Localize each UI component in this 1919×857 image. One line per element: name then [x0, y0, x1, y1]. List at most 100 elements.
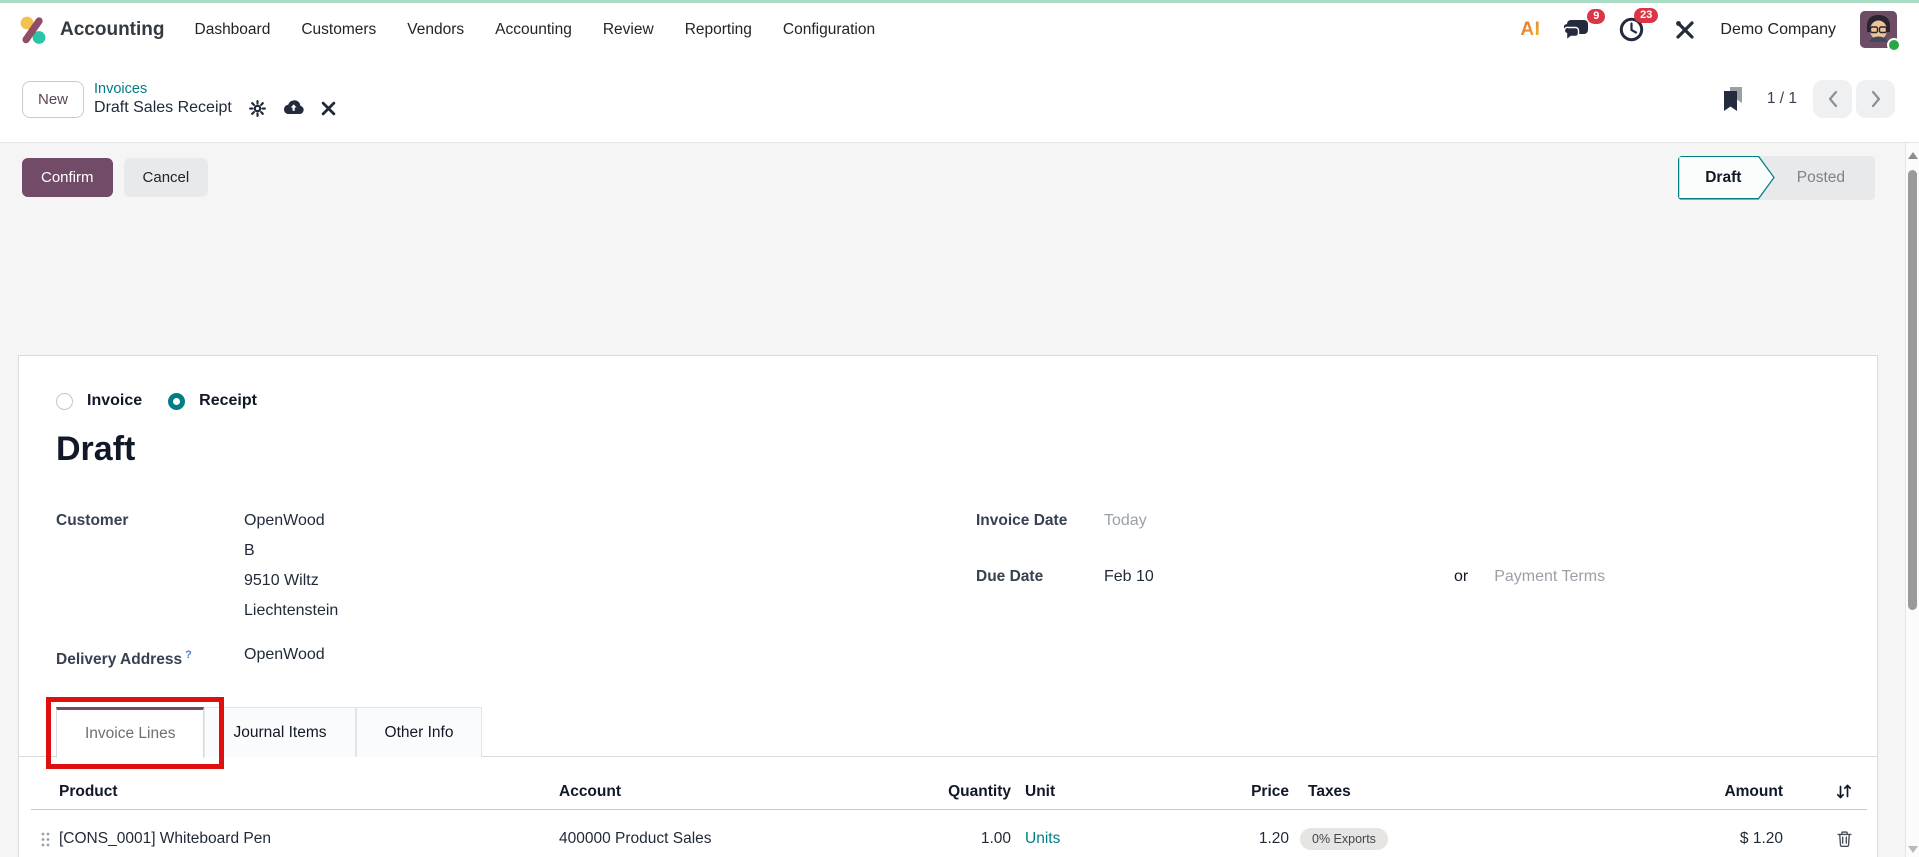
- address-line[interactable]: 9510 Wiltz: [244, 566, 338, 596]
- breadcrumb: Invoices Draft Sales Receipt: [94, 81, 336, 117]
- tools-button[interactable]: [1674, 19, 1696, 41]
- menu-vendors[interactable]: Vendors: [407, 21, 464, 39]
- control-panel: New Invoices Draft Sales Receipt 1 / 1: [0, 56, 1919, 143]
- breadcrumb-invoices-link[interactable]: Invoices: [94, 81, 336, 97]
- state-draft[interactable]: Draft: [1678, 156, 1775, 200]
- user-avatar[interactable]: [1860, 11, 1901, 52]
- scroll-down-arrow[interactable]: [1908, 846, 1918, 853]
- cloud-upload-icon[interactable]: [283, 99, 304, 117]
- receipt-radio[interactable]: [168, 392, 186, 410]
- payment-terms-input[interactable]: Payment Terms: [1494, 562, 1605, 592]
- cell-price[interactable]: 1.20: [1225, 830, 1289, 848]
- crossed-tools-icon: [1674, 19, 1696, 41]
- header-unit: Unit: [1025, 782, 1056, 800]
- table-row: [CONS_0001] Whiteboard Pen 400000 Produc…: [31, 810, 1867, 857]
- tab-other-info[interactable]: Other Info: [355, 707, 483, 757]
- form-sheet: Invoice Receipt Draft Customer OpenWood …: [18, 355, 1878, 857]
- header-taxes: Taxes: [1308, 782, 1351, 800]
- app-title: Accounting: [60, 18, 165, 40]
- invoice-lines-table: Product Account Quantity Unit Price Taxe…: [31, 774, 1867, 857]
- trash-icon: [1837, 831, 1852, 847]
- main-menu: Dashboard Customers Vendors Accounting R…: [195, 21, 876, 39]
- delete-row-button[interactable]: [1783, 830, 1867, 848]
- menu-reporting[interactable]: Reporting: [685, 21, 752, 39]
- statusbar-states: Draft Posted: [1677, 155, 1875, 200]
- document-title: Draft: [56, 430, 136, 468]
- messages-button[interactable]: 9: [1564, 8, 1606, 42]
- pager-count: 1 / 1: [1766, 90, 1797, 107]
- due-date-row: Due Date Feb 10 or Payment Terms: [976, 562, 1605, 592]
- tab-invoice-lines[interactable]: Invoice Lines: [56, 707, 205, 758]
- tax-badge[interactable]: 0% Exports: [1300, 828, 1388, 850]
- chevron-left-icon: [1828, 90, 1837, 108]
- table-header-row: Product Account Quantity Unit Price Taxe…: [31, 774, 1867, 810]
- ai-icon: AI: [1520, 18, 1541, 40]
- header-product: Product: [59, 782, 118, 800]
- customer-field-row: Customer OpenWood: [56, 506, 338, 536]
- company-menu[interactable]: Demo Company: [1720, 21, 1836, 39]
- customer-label: Customer: [56, 512, 129, 529]
- online-status-dot: [1887, 38, 1901, 52]
- customer-address: B 9510 Wiltz Liechtenstein: [244, 536, 338, 626]
- adjust-columns-icon[interactable]: [1783, 783, 1867, 800]
- cell-product[interactable]: [CONS_0001] Whiteboard Pen: [59, 830, 559, 848]
- cell-account[interactable]: 400000 Product Sales: [559, 830, 937, 848]
- menu-review[interactable]: Review: [603, 21, 654, 39]
- pager-previous-button[interactable]: [1813, 80, 1852, 118]
- drag-handle-icon[interactable]: [31, 832, 59, 847]
- invoice-radio[interactable]: [56, 392, 73, 410]
- invoice-date-row: Invoice Date Today: [976, 506, 1605, 536]
- header-account: Account: [559, 782, 621, 800]
- scrollbar-thumb[interactable]: [1908, 170, 1917, 610]
- invoice-date-label: Invoice Date: [976, 512, 1068, 529]
- header-amount: Amount: [1724, 782, 1783, 800]
- chevron-right-icon: [1871, 90, 1880, 108]
- confirm-button[interactable]: Confirm: [22, 158, 113, 197]
- move-type-selector: Invoice Receipt: [56, 392, 269, 410]
- header-price: Price: [1251, 782, 1289, 800]
- app-switcher[interactable]: Accounting: [16, 13, 165, 47]
- due-date-label: Due Date: [976, 568, 1044, 585]
- cell-amount: $ 1.20: [1739, 830, 1783, 847]
- address-line[interactable]: Liechtenstein: [244, 596, 338, 626]
- delivery-address-value[interactable]: OpenWood: [244, 640, 325, 675]
- breadcrumb-current-title: Draft Sales Receipt: [94, 99, 232, 116]
- bookmark-icon[interactable]: [1722, 86, 1745, 112]
- form-status-row: Confirm Cancel Draft Posted: [0, 143, 1919, 212]
- vertical-scrollbar[interactable]: [1905, 143, 1919, 857]
- delivery-address-label: Delivery Address?: [56, 649, 192, 669]
- chat-bubbles-icon: [1564, 18, 1591, 42]
- invoice-date-input[interactable]: Today: [1104, 506, 1147, 536]
- or-separator: or: [1454, 568, 1469, 585]
- header-quantity: Quantity: [948, 782, 1011, 800]
- scroll-up-arrow[interactable]: [1908, 152, 1918, 159]
- window-top-strip: [0, 0, 1919, 3]
- due-date-input[interactable]: Feb 10: [1104, 562, 1454, 592]
- gear-icon[interactable]: [248, 99, 266, 117]
- messages-badge: 9: [1587, 8, 1606, 24]
- menu-configuration[interactable]: Configuration: [783, 21, 875, 39]
- menu-accounting[interactable]: Accounting: [495, 21, 572, 39]
- invoice-radio-label[interactable]: Invoice: [87, 392, 142, 410]
- ai-button[interactable]: AI: [1520, 19, 1540, 41]
- discard-x-icon[interactable]: [321, 101, 336, 116]
- cell-quantity[interactable]: 1.00: [937, 830, 1011, 848]
- tab-journal-items[interactable]: Journal Items: [204, 707, 356, 757]
- top-navbar: Accounting Dashboard Customers Vendors A…: [0, 3, 1919, 56]
- address-line[interactable]: B: [244, 536, 338, 566]
- delivery-address-row: Delivery Address? OpenWood: [56, 640, 338, 675]
- menu-customers[interactable]: Customers: [301, 21, 376, 39]
- accounting-app-logo-icon: [16, 13, 50, 47]
- receipt-radio-label[interactable]: Receipt: [199, 392, 257, 410]
- cancel-button[interactable]: Cancel: [123, 158, 209, 197]
- notebook-tabs: Invoice Lines Journal Items Other Info: [56, 707, 483, 758]
- new-button[interactable]: New: [22, 80, 85, 118]
- state-posted[interactable]: Posted: [1775, 156, 1875, 200]
- activities-badge: 23: [1634, 8, 1659, 23]
- help-hint-icon: ?: [185, 649, 192, 661]
- cell-unit-link[interactable]: Units: [1025, 830, 1060, 847]
- pager-next-button[interactable]: [1856, 80, 1895, 118]
- menu-dashboard[interactable]: Dashboard: [195, 21, 271, 39]
- activities-button[interactable]: 23: [1619, 8, 1659, 42]
- customer-value[interactable]: OpenWood: [244, 506, 325, 536]
